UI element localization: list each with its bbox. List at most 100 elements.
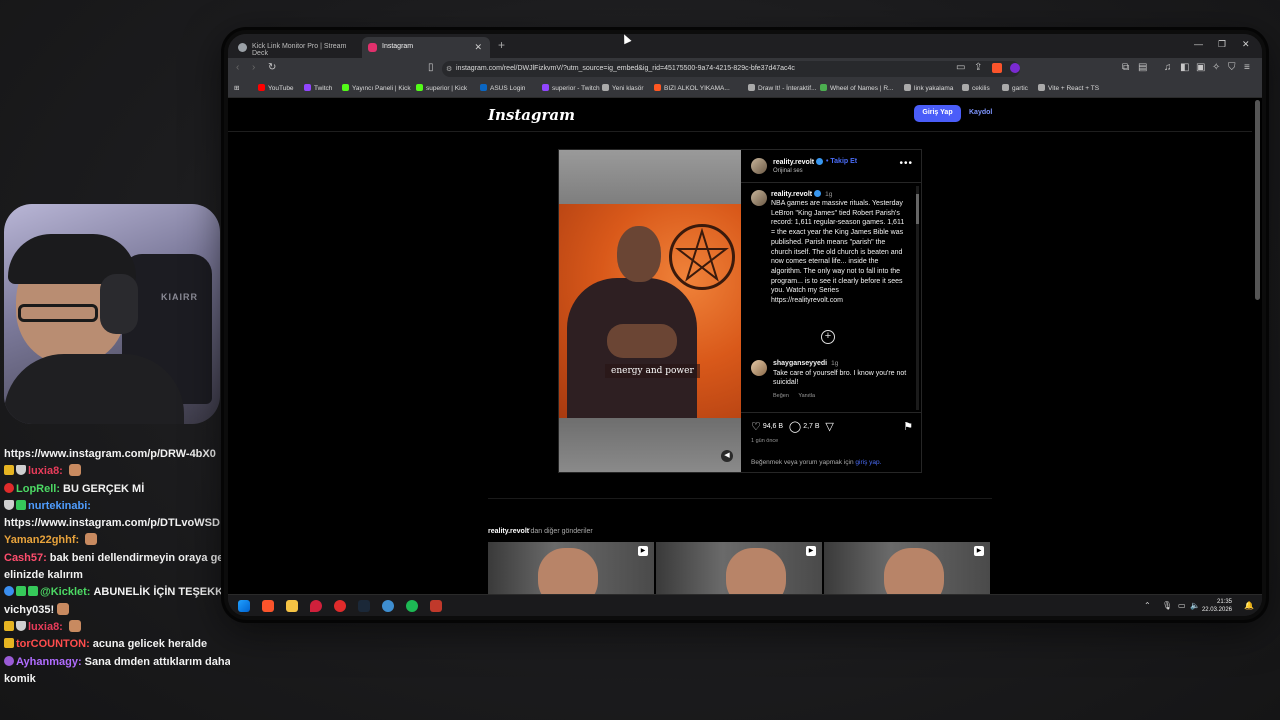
chat-username[interactable]: Ayhanmagy: [16, 656, 82, 668]
chat-message: Ayhanmagy: Sana dmden attıklarım daha [4, 654, 230, 671]
comment-icon[interactable]: ◯ [789, 421, 801, 433]
spotify-icon[interactable] [406, 600, 418, 612]
maps-pin-icon[interactable] [310, 600, 322, 612]
save-icon[interactable]: ⚑ [903, 420, 913, 433]
chat-username[interactable]: @Kicklet: [40, 586, 90, 598]
post-thumbnail[interactable]: ▶ [824, 542, 990, 594]
bookmark-item[interactable]: superior - Twitch [542, 84, 600, 92]
new-tab-button[interactable]: + [498, 38, 505, 52]
reel-video[interactable]: energy and power ◀ [559, 150, 741, 472]
bookmark-item[interactable]: YouTube [258, 84, 294, 92]
bookmark-item[interactable]: Twitch [304, 84, 332, 92]
app-calendar-icon[interactable] [430, 600, 442, 612]
login-button[interactable]: Giriş Yap [914, 105, 961, 122]
commenter-username[interactable]: shayganseyyedi [773, 360, 827, 367]
address-bar[interactable]: ⚙ instagram.com/reel/DWJlFizkvmV/?utm_so… [442, 61, 1020, 77]
vpn-icon[interactable]: ⛉ [1228, 62, 1236, 73]
site-info-icon[interactable]: ⚙ [446, 65, 452, 73]
mute-icon[interactable]: ◀ [721, 450, 733, 462]
extensions-icon[interactable]: ⧉ [1122, 62, 1129, 73]
pentagram-symbol [669, 224, 735, 290]
tab-kick-link-monitor[interactable]: Kick Link Monitor Pro | Stream Deck [232, 37, 362, 58]
bookmark-item[interactable]: Draw It! - İnteraktif... [748, 84, 817, 92]
load-more-comments-icon[interactable]: + [821, 330, 835, 344]
forward-icon[interactable]: › [252, 62, 255, 73]
app-blue-icon[interactable] [382, 600, 394, 612]
bookmark-item[interactable]: superior | Kick [416, 84, 467, 92]
taskbar-clock[interactable]: 21:35 22.03.2026 [1202, 598, 1232, 614]
login-link[interactable]: giriş yap. [855, 459, 881, 466]
bookmark-item[interactable]: cekilis [962, 84, 990, 92]
more-posts-user[interactable]: reality.revolt [488, 528, 529, 535]
brave-shields-icon[interactable] [992, 63, 1002, 73]
more-options-icon[interactable]: ••• [899, 158, 913, 169]
mic-icon[interactable]: 🎙 [1162, 601, 1172, 610]
chat-username[interactable]: nurtekinabi: [28, 500, 91, 512]
steam-icon[interactable] [358, 600, 370, 612]
start-menu-icon[interactable] [238, 600, 250, 612]
share-icon[interactable]: ⇪ [974, 62, 982, 73]
menu-icon[interactable]: ≡ [1244, 62, 1250, 73]
media-icon[interactable]: ♫ [1164, 62, 1172, 73]
tab-label: Instagram [382, 43, 414, 50]
comments-scrollbar[interactable] [916, 186, 919, 410]
instagram-logo[interactable]: Instagram [488, 106, 575, 124]
like-comment-link[interactable]: Beğen [773, 393, 789, 399]
minimize-icon[interactable]: — [1194, 39, 1203, 49]
chat-username[interactable]: torCOUNTON: [16, 638, 90, 650]
brave-rewards-icon[interactable] [1010, 63, 1020, 73]
wallet-icon[interactable]: ▣ [1196, 62, 1205, 73]
chat-username[interactable]: luxia8: [28, 465, 63, 477]
red-badge-icon [4, 482, 14, 493]
bookmark-item[interactable]: link yakalama [904, 84, 953, 92]
follow-button[interactable]: • Takip Et [826, 158, 857, 165]
bookmark-item[interactable]: Yayıncı Paneli | Kick [342, 84, 411, 92]
close-tab-icon[interactable]: ✕ [474, 42, 482, 53]
commenter-avatar[interactable] [751, 360, 767, 376]
apps-grid-icon[interactable]: ⊞ [234, 84, 239, 92]
post-thumbnail[interactable]: ▶ [488, 542, 654, 594]
bookmark-item[interactable]: BIZI ALKOL YIKAMA... [654, 84, 730, 92]
bookmark-item[interactable]: gartic [1002, 84, 1028, 92]
chat-username[interactable]: Cash57: [4, 552, 47, 564]
tray-chevron-icon[interactable]: ⌃ [1144, 601, 1151, 610]
post-thumbnail[interactable]: ▶ [656, 542, 822, 594]
tab-instagram[interactable]: Instagram ✕ [362, 37, 490, 58]
author-username[interactable]: reality.revolt [773, 158, 824, 166]
reload-icon[interactable]: ↻ [268, 62, 276, 73]
share-icon[interactable]: ▽ [825, 421, 833, 433]
chat-username[interactable]: luxia8: [28, 621, 63, 633]
file-explorer-icon[interactable] [286, 600, 298, 612]
volume-icon[interactable]: 🔈 [1190, 601, 1200, 610]
chat-message: vichy035! [4, 602, 230, 619]
sidebar-icon[interactable]: ◧ [1180, 62, 1189, 73]
leo-ai-icon[interactable]: ✧ [1212, 62, 1220, 73]
chat-text: bak beni dellendirmeyin oraya ge [49, 551, 224, 564]
chat-text: komik [4, 672, 36, 685]
bookmark-item[interactable]: Vite + React + TS [1038, 84, 1099, 92]
close-window-icon[interactable]: ✕ [1242, 39, 1250, 50]
reading-list-icon[interactable]: ▤ [1138, 62, 1147, 73]
bookmark-item[interactable]: ASUS Login [480, 84, 525, 92]
chat-username[interactable]: Yaman22ghhf: [4, 534, 79, 546]
install-app-icon[interactable]: ▭ [956, 62, 965, 73]
audio-label[interactable]: Orijinal ses [773, 168, 803, 174]
author-avatar[interactable] [751, 158, 767, 174]
reply-comment-link[interactable]: Yanıtla [798, 393, 815, 399]
caption-username[interactable]: reality.revolt 1g [771, 190, 832, 198]
network-icon[interactable]: ▭ [1178, 601, 1186, 610]
chat-username[interactable]: LopRell: [16, 483, 60, 495]
heart-icon[interactable]: ♡ [751, 421, 761, 433]
bookmark-page-icon[interactable]: ▯ [428, 62, 434, 73]
bookmark-item[interactable]: Yeni klasör [602, 84, 644, 92]
bookmark-item[interactable]: Wheel of Names | R... [820, 84, 893, 92]
maximize-icon[interactable]: ❐ [1218, 39, 1226, 50]
signup-link[interactable]: Kaydol [969, 109, 992, 116]
app-red-icon[interactable] [334, 600, 346, 612]
back-icon[interactable]: ‹ [236, 62, 239, 73]
bookmark-favicon-icon [820, 84, 827, 91]
page-scrollbar[interactable] [1255, 100, 1260, 300]
caption-avatar[interactable] [751, 190, 767, 206]
notification-icon[interactable]: 🔔 [1244, 601, 1254, 610]
brave-browser-icon[interactable] [262, 600, 274, 612]
